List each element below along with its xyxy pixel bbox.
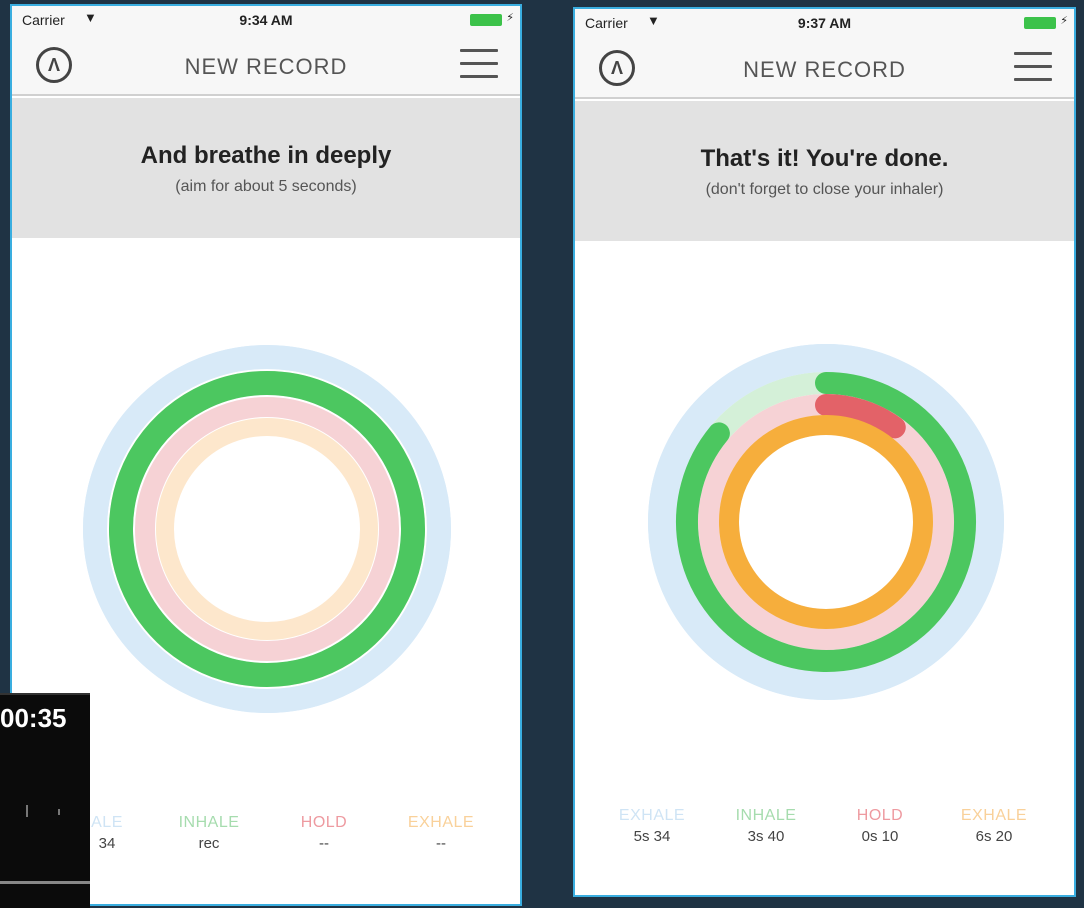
stat-value: -- [319, 835, 329, 852]
stat-exhale-first: EXHALE 5s 34 [597, 807, 707, 845]
stat-exhale: EXHALE 6s 20 [939, 807, 1049, 845]
timer-readout: 00:35 [0, 703, 67, 733]
instruction-subline: (don't forget to close your inhaler) [705, 181, 944, 198]
status-bar: Carrier ▼ 9:37 AM ⚡ [575, 9, 1074, 37]
instruction-banner: And breathe in deeply (aim for about 5 s… [12, 98, 520, 238]
instruction-headline: And breathe in deeply [140, 142, 392, 169]
status-bar: Carrier ▼ 9:34 AM ⚡ [12, 6, 520, 34]
instruction-banner: That's it! You're done. (don't forget to… [575, 101, 1074, 241]
video-scrubber[interactable] [0, 881, 90, 884]
stat-hold: HOLD 0s 10 [825, 807, 935, 845]
breath-rings [83, 345, 451, 713]
ring-track-exhale [156, 418, 378, 640]
battery-icon [1024, 17, 1056, 29]
hamburger-menu-icon[interactable] [1014, 52, 1052, 82]
ring-track-hold [698, 394, 954, 650]
stat-hold: HOLD -- [269, 814, 379, 852]
page-title: NEW RECORD [743, 57, 906, 82]
hamburger-menu-icon[interactable] [460, 49, 498, 79]
stat-label: HOLD [300, 814, 348, 831]
page-title: NEW RECORD [184, 54, 348, 79]
stat-label: INHALE [178, 814, 240, 831]
nav-bar: Λ NEW RECORD [12, 34, 520, 96]
right-phone-screen: Carrier ▼ 9:37 AM ⚡ Λ NEW RECORD That's … [573, 7, 1076, 897]
breath-rings [648, 344, 1004, 700]
stat-value: 0s 10 [861, 828, 899, 845]
stat-label: EXHALE [618, 807, 686, 824]
clock: 9:34 AM [239, 12, 293, 28]
stat-exhale: EXHALE -- [386, 814, 496, 852]
clock: 9:37 AM [797, 15, 852, 31]
stat-value: 5s 34 [633, 828, 671, 845]
waveform-mark [58, 809, 60, 815]
stat-label: EXHALE [407, 814, 475, 831]
stat-value: 6s 20 [975, 828, 1013, 845]
instruction-headline: That's it! You're done. [700, 145, 949, 172]
stat-value: 3s 40 [747, 828, 785, 845]
ring-track-hold [135, 397, 399, 661]
instruction-subline: (aim for about 5 seconds) [175, 178, 357, 195]
stat-inhale: INHALE 3s 40 [711, 807, 821, 845]
nav-bar: Λ NEW RECORD [575, 37, 1074, 99]
stat-label: EXHALE [960, 807, 1028, 824]
charging-icon: ⚡ [1060, 15, 1068, 27]
battery-icon [470, 14, 502, 26]
stat-label: HOLD [856, 807, 904, 824]
ring-arc-exhale [719, 415, 933, 629]
stat-value: -- [436, 835, 446, 852]
waveform-mark [26, 805, 28, 817]
stat-value: rec [198, 835, 220, 852]
charging-icon: ⚡ [506, 12, 514, 24]
stat-label: INHALE [735, 807, 797, 824]
stat-inhale: INHALE rec [154, 814, 264, 852]
video-timer-overlay: 00:35 [0, 693, 90, 908]
